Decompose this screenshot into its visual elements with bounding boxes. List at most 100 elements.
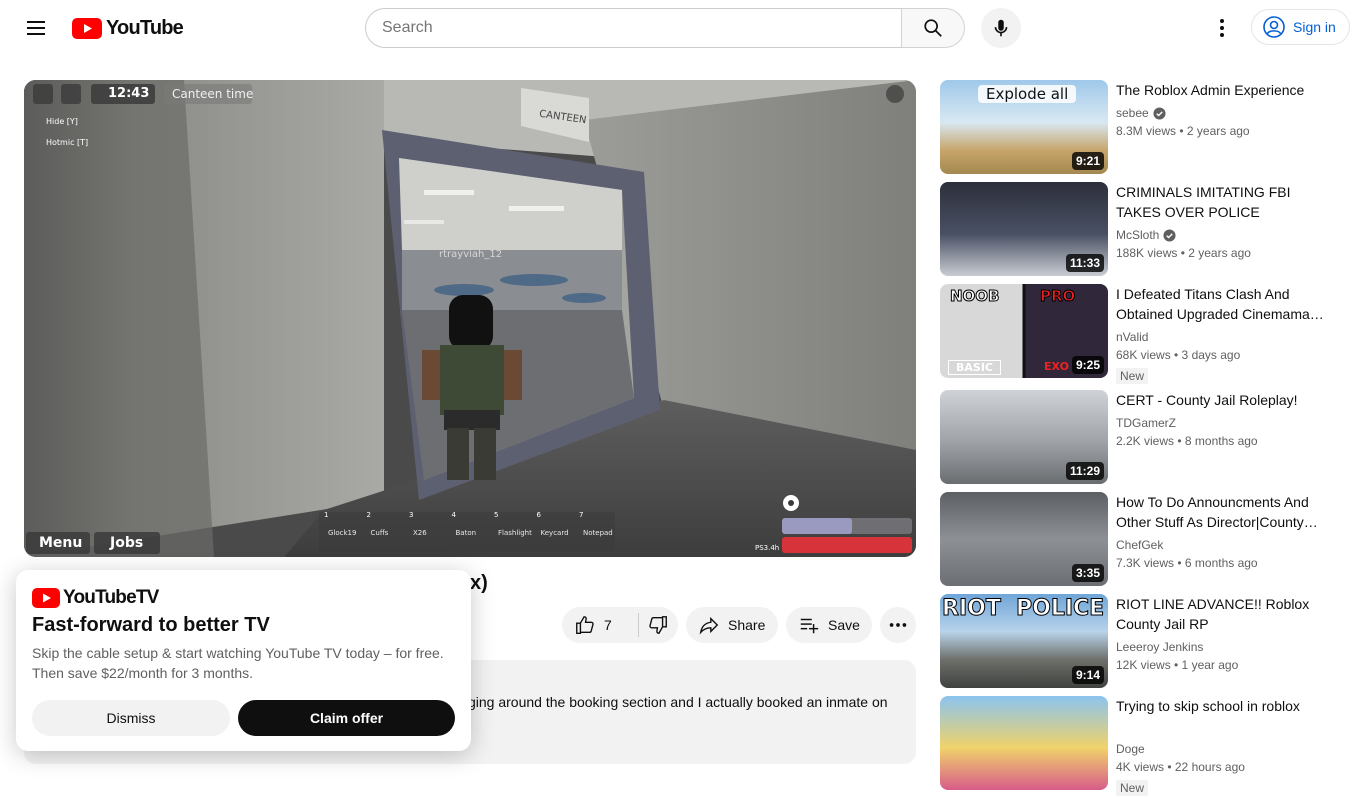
channel-name[interactable]: Doge: [1116, 742, 1145, 756]
sign-in-button[interactable]: Sign in: [1251, 9, 1350, 45]
video-duration: 9:14: [1071, 666, 1104, 684]
related-video-title[interactable]: CERT - County Jail Roleplay!: [1116, 390, 1334, 410]
related-video-title[interactable]: How To Do Announcments And Other Stuff A…: [1116, 492, 1334, 532]
hud-menu-button: Menu: [39, 535, 83, 551]
channel-name-text: McSloth: [1116, 228, 1160, 242]
hotbar-slot-label: X26: [413, 529, 427, 537]
channel-name[interactable]: sebee: [1116, 106, 1166, 120]
video-thumbnail[interactable]: 3:35: [940, 492, 1108, 586]
hotbar-slot-number: 7: [579, 511, 584, 519]
video-duration: 11:29: [1065, 462, 1104, 480]
hud-hide: Hide [Y]: [46, 117, 78, 126]
channel-name[interactable]: TDGamerZ: [1116, 416, 1176, 430]
verified-badge-icon: [1153, 106, 1166, 120]
promo-title: Fast-forward to better TV: [32, 614, 270, 636]
youtube-tv-logo: YouTubeTV: [32, 587, 159, 609]
video-duration: 3:35: [1071, 564, 1104, 582]
video-duration: 9:21: [1071, 152, 1104, 170]
video-meta: 68K views • 3 days ago: [1116, 348, 1241, 362]
share-button[interactable]: Share: [686, 607, 778, 643]
youtube-tv-logo-text: YouTubeTV: [63, 587, 159, 608]
video-thumbnail[interactable]: NOOB PRO BASIC EXO 9:25: [940, 284, 1108, 378]
youtube-logo[interactable]: YouTube: [72, 17, 184, 39]
player-nametag: rtrayviah_12: [439, 249, 503, 260]
sign-in-label: Sign in: [1293, 19, 1336, 35]
hamburger-icon: [27, 21, 45, 35]
share-label: Share: [728, 617, 766, 633]
video-meta: 8.3M views • 2 years ago: [1116, 124, 1250, 138]
masthead: YouTube Sign in: [0, 0, 1366, 56]
new-badge: New: [1116, 780, 1149, 796]
hud-ping: PS3.4h: [755, 544, 780, 552]
video-duration: 11:33: [1065, 254, 1104, 272]
related-video-item[interactable]: Explode all 9:21 The Roblox Admin Experien…: [940, 80, 1342, 174]
save-label: Save: [828, 617, 860, 633]
description-text: ging around the booking section and I ac…: [468, 694, 888, 710]
thumbnail-overlay-right: PRO: [1039, 287, 1076, 306]
related-video-item[interactable]: 3:35 How To Do Announcments And Other Stu…: [940, 492, 1342, 586]
hotbar-slot-label: Baton: [455, 529, 477, 537]
channel-name-text: sebee: [1116, 106, 1149, 120]
channel-name-text: TDGamerZ: [1116, 416, 1176, 430]
hotbar-slot-number: 6: [536, 511, 541, 519]
related-video-item[interactable]: NOOB PRO BASIC EXO 9:25 I Defeated Titans Cla…: [940, 284, 1342, 384]
thumbnail-overlay-bottom-left: BASIC: [948, 360, 1001, 375]
channel-name[interactable]: McSloth: [1116, 228, 1176, 242]
related-video-item[interactable]: Trying to skip school in roblox Doge 4K vi…: [940, 696, 1342, 796]
hotbar-slot-number: 5: [494, 511, 499, 519]
related-video-title[interactable]: I Defeated Titans Clash And Obtained Upg…: [1116, 284, 1334, 324]
youtube-play-icon: [72, 17, 102, 39]
video-title: x): [470, 572, 488, 594]
related-video-title[interactable]: CRIMINALS IMITATING FBI TAKES OVER POLIC…: [1116, 182, 1334, 222]
video-player[interactable]: 12:43 Canteen time Hide [Y] Hotmic [T] C…: [24, 80, 916, 557]
related-video-title[interactable]: Trying to skip school in roblox: [1116, 696, 1334, 716]
hud-time: 12:43: [108, 86, 150, 101]
search-input[interactable]: [366, 9, 902, 47]
video-thumbnail[interactable]: 11:29: [940, 390, 1108, 484]
video-meta: 4K views • 22 hours ago: [1116, 760, 1245, 774]
like-button[interactable]: 7: [562, 607, 638, 643]
save-button[interactable]: Save: [786, 607, 872, 643]
related-video-title[interactable]: RIOT LINE ADVANCE!! Roblox County Jail R…: [1116, 594, 1334, 634]
channel-name[interactable]: ChefGek: [1116, 538, 1163, 552]
hud-jobs-button: Jobs: [110, 535, 144, 551]
video-meta: 2.2K views • 8 months ago: [1116, 434, 1258, 448]
video-thumbnail[interactable]: Explode all 9:21: [940, 80, 1108, 174]
related-video-item[interactable]: 11:29 CERT - County Jail Roleplay! TDGamer…: [940, 390, 1342, 484]
dismiss-button[interactable]: Dismiss: [32, 700, 230, 736]
hotbar-slot-number: 2: [366, 511, 371, 519]
channel-name-text: Doge: [1116, 742, 1145, 756]
new-badge: New: [1116, 368, 1149, 384]
like-dislike-bar: 7: [562, 607, 678, 643]
dislike-button[interactable]: [639, 607, 677, 643]
search-button[interactable]: [901, 8, 965, 48]
related-video-item[interactable]: 11:33 CRIMINALS IMITATING FBI TAKES OVER …: [940, 182, 1342, 276]
settings-more-button[interactable]: [1202, 8, 1242, 48]
video-frame: [24, 80, 916, 557]
thumbnail-overlay-right: POLICE: [1015, 596, 1105, 622]
playlist-add-icon: [800, 618, 819, 634]
video-thumbnail[interactable]: 11:33: [940, 182, 1108, 276]
channel-name-text: nValid: [1116, 330, 1149, 344]
thumbnail-overlay-text: Explode all: [978, 85, 1077, 103]
related-video-item[interactable]: RIOT POLICE 9:14 RIOT LINE ADVANCE!! Roblox…: [940, 594, 1342, 688]
more-vertical-icon: [1220, 19, 1224, 37]
voice-search-button[interactable]: [981, 8, 1021, 48]
more-actions-button[interactable]: [880, 607, 916, 643]
channel-name[interactable]: Leeeroy Jenkins: [1116, 640, 1203, 654]
guide-menu-button[interactable]: [16, 8, 56, 48]
search-icon: [924, 19, 942, 37]
hotbar-slot-label: Flashlight: [498, 529, 532, 537]
channel-name[interactable]: nValid: [1116, 330, 1148, 344]
hotbar-slot-number: 1: [324, 511, 329, 519]
related-video-title[interactable]: The Roblox Admin Experience: [1116, 80, 1334, 100]
channel-name-text: Leeeroy Jenkins: [1116, 640, 1204, 654]
video-meta: 12K views • 1 year ago: [1116, 658, 1239, 672]
channel-name-text: ChefGek: [1116, 538, 1164, 552]
thumbnail-overlay-left: RIOT: [942, 596, 1002, 622]
video-thumbnail[interactable]: [940, 696, 1108, 790]
video-meta: 188K views • 2 years ago: [1116, 246, 1251, 260]
search-box: [365, 8, 902, 48]
claim-offer-button[interactable]: Claim offer: [238, 700, 455, 736]
video-thumbnail[interactable]: RIOT POLICE 9:14: [940, 594, 1108, 688]
